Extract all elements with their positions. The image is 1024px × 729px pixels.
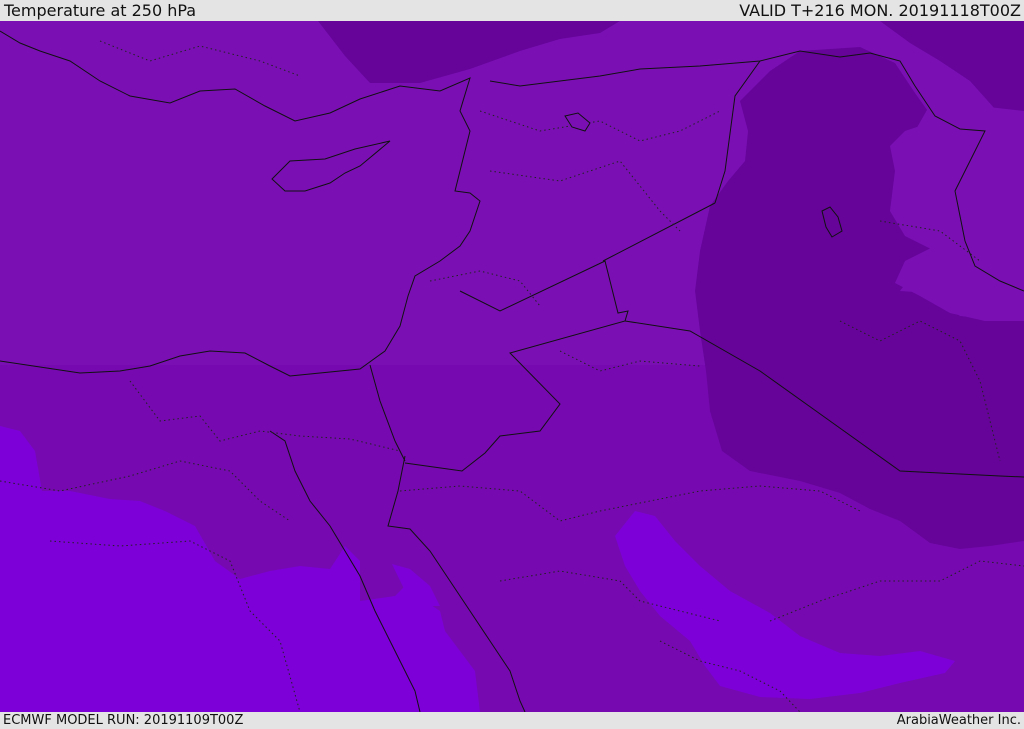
map-title: Temperature at 250 hPa	[4, 1, 197, 20]
footer-bar: ECMWF MODEL RUN: 20191109T00Z ArabiaWeat…	[0, 712, 1024, 729]
credit: ArabiaWeather Inc.	[896, 713, 1021, 728]
valid-time: VALID T+216 MON. 20191118T00Z	[739, 1, 1021, 20]
temperature-map[interactable]	[0, 21, 1024, 712]
model-run: ECMWF MODEL RUN: 20191109T00Z	[3, 713, 244, 728]
header-bar: Temperature at 250 hPa VALID T+216 MON. …	[0, 0, 1024, 21]
map-canvas	[0, 21, 1024, 712]
